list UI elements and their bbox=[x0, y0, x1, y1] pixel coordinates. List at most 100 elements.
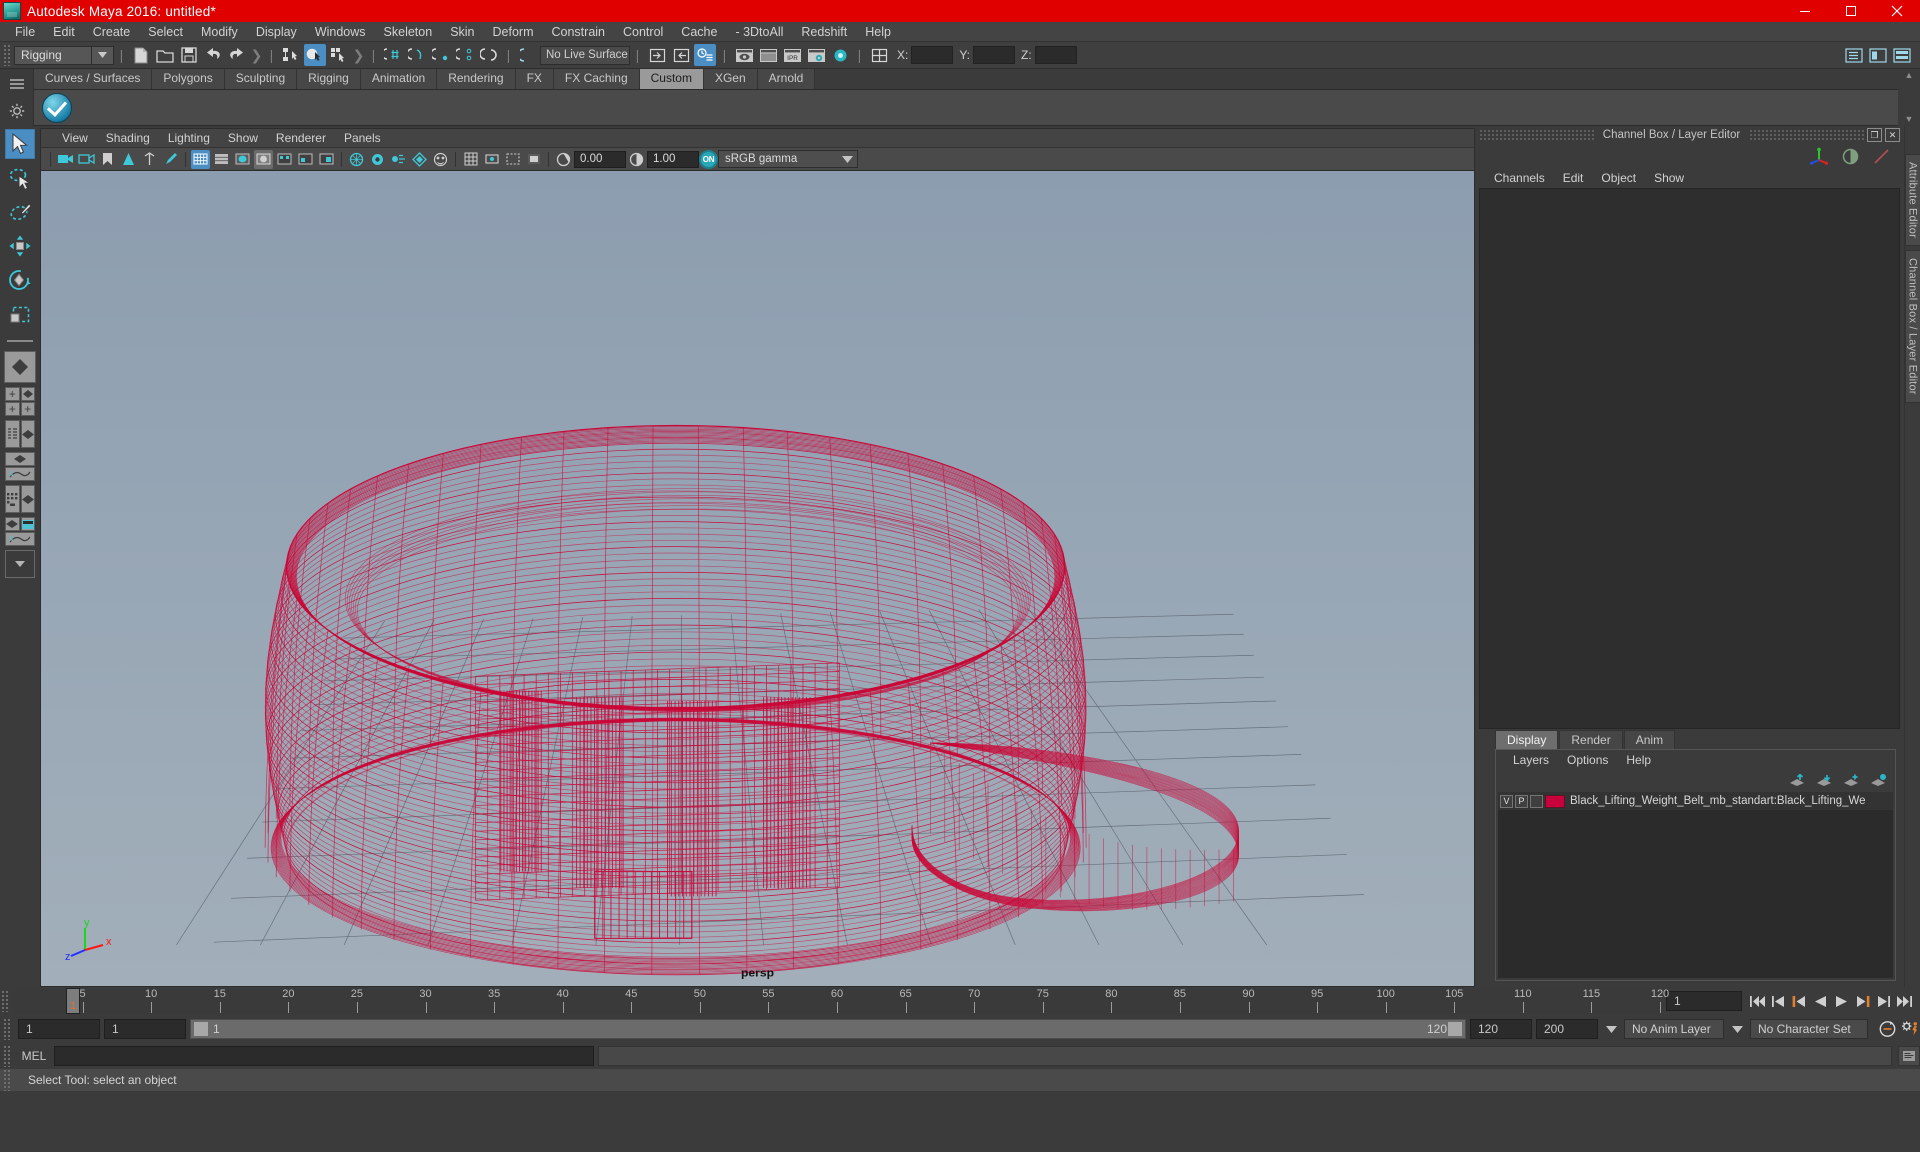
gate-mask-icon[interactable] bbox=[524, 150, 543, 169]
open-attribute-editor-icon[interactable] bbox=[1867, 44, 1889, 66]
anim-layer-selector[interactable]: No Anim Layer bbox=[1624, 1019, 1724, 1039]
viewport-3d[interactable]: persp y x z bbox=[41, 171, 1474, 986]
persp-graph-outliner-layout-preset[interactable] bbox=[5, 517, 35, 546]
exposure-input[interactable]: 0.00 bbox=[574, 150, 626, 168]
layout-cell-bottom-right[interactable]: + bbox=[20, 402, 35, 416]
resolution-gate-icon[interactable] bbox=[503, 150, 522, 169]
new-layer-from-selection-icon[interactable] bbox=[1843, 774, 1860, 787]
save-scene-icon[interactable] bbox=[178, 44, 200, 66]
hypershade-persp-layout-preset[interactable] bbox=[5, 485, 35, 513]
command-line-grip[interactable] bbox=[2, 1045, 11, 1067]
layout-dropdown[interactable] bbox=[5, 550, 35, 578]
layer-menu-layers[interactable]: Layers bbox=[1504, 750, 1558, 770]
playback-end-time-field[interactable]: 120 bbox=[1470, 1019, 1532, 1039]
current-frame-field[interactable]: 1 bbox=[1666, 991, 1742, 1011]
time-cursor[interactable]: 1 bbox=[66, 988, 80, 1014]
shelf-tab-animation[interactable]: Animation bbox=[360, 69, 438, 89]
hypershade-icon[interactable] bbox=[829, 44, 851, 66]
chevron-down-icon[interactable] bbox=[837, 155, 857, 163]
layout-hypershade-cell[interactable] bbox=[5, 485, 20, 513]
shelf-tab-sculpting[interactable]: Sculpting bbox=[224, 69, 298, 89]
step-forward-keyframe-icon[interactable] bbox=[1874, 991, 1893, 1011]
select-by-component-type-icon[interactable] bbox=[328, 44, 350, 66]
channel-menu-edit[interactable]: Edit bbox=[1554, 168, 1593, 188]
animation-end-time-field[interactable]: 200 bbox=[1536, 1019, 1598, 1039]
redo-icon[interactable] bbox=[226, 44, 248, 66]
range-slider-grip[interactable] bbox=[2, 1018, 11, 1040]
new-empty-layer-icon[interactable] bbox=[1870, 773, 1887, 787]
menu-set-selector[interactable]: Rigging bbox=[14, 45, 92, 65]
animation-start-time-field[interactable]: 1 bbox=[18, 1019, 100, 1039]
range-handle-right[interactable] bbox=[1447, 1021, 1463, 1037]
wireframe-shading-icon[interactable] bbox=[191, 149, 210, 169]
texture-display-icon[interactable] bbox=[296, 150, 315, 169]
shelf-scroll-up-icon[interactable]: ▲ bbox=[1905, 71, 1914, 80]
time-slider-track[interactable]: 5 10 15 20 25 30 35 40 45 50 55 60 65 70 75 80 85 90 95 100… bbox=[14, 988, 1669, 1014]
scale-tool[interactable] bbox=[5, 299, 35, 329]
layout-cell-bottom-left[interactable]: + bbox=[5, 402, 20, 416]
layer-reference-toggle[interactable] bbox=[1530, 794, 1543, 808]
layer-name[interactable]: Black_Lifting_Weight_Belt_mb_standart:Bl… bbox=[1570, 795, 1866, 807]
layer-row[interactable]: V P Black_Lifting_Weight_Belt_mb_standar… bbox=[1498, 792, 1893, 810]
open-tool-settings-icon[interactable] bbox=[1891, 44, 1913, 66]
layout-persp-cell[interactable] bbox=[20, 420, 35, 448]
show-hide-sidebar-right-icon[interactable] bbox=[670, 44, 692, 66]
menu-skeleton[interactable]: Skeleton bbox=[375, 22, 442, 42]
viewport-menu-lighting[interactable]: Lighting bbox=[159, 129, 219, 148]
viewport-menu-shading[interactable]: Shading bbox=[97, 129, 159, 148]
command-output[interactable] bbox=[598, 1046, 1892, 1066]
layer-tab-anim[interactable]: Anim bbox=[1623, 730, 1676, 749]
image-plane-icon[interactable] bbox=[119, 150, 138, 169]
menu-select[interactable]: Select bbox=[139, 22, 192, 42]
manipulator-axis-icon[interactable] bbox=[1810, 147, 1828, 165]
snap-to-point-icon[interactable] bbox=[430, 44, 452, 66]
render-settings-icon[interactable] bbox=[805, 44, 827, 66]
viewport-menu-view[interactable]: View bbox=[53, 129, 97, 148]
panel-drag-handle-left[interactable] bbox=[1479, 130, 1594, 140]
vertical-tab-attribute-editor[interactable]: Attribute Editor bbox=[1904, 154, 1920, 246]
layout-graph-editor-cell[interactable] bbox=[5, 467, 35, 481]
shelf-tab-rigging[interactable]: Rigging bbox=[297, 69, 361, 89]
menu-set-dropdown-arrow[interactable] bbox=[92, 45, 114, 65]
grid-display-icon[interactable] bbox=[461, 150, 480, 169]
step-back-keyframe-icon[interactable] bbox=[1769, 991, 1788, 1011]
layer-playback-toggle[interactable]: P bbox=[1515, 794, 1528, 808]
animation-preferences-icon[interactable] bbox=[1901, 1019, 1920, 1039]
panel-drag-handle-right[interactable] bbox=[1749, 130, 1865, 140]
layout-persp-top-cell[interactable] bbox=[5, 452, 35, 466]
anim-layer-dropdown-arrow[interactable] bbox=[1602, 1025, 1620, 1033]
move-layer-up-icon[interactable] bbox=[1789, 773, 1806, 787]
xray-active-components-icon[interactable] bbox=[389, 150, 408, 169]
go-to-end-icon[interactable] bbox=[1895, 991, 1914, 1011]
exposure-icon[interactable] bbox=[554, 150, 573, 169]
layout-po-graph-cell[interactable] bbox=[5, 532, 35, 546]
menu-constrain[interactable]: Constrain bbox=[543, 22, 615, 42]
layout-outliner-cell[interactable] bbox=[5, 420, 20, 448]
layer-tab-render[interactable]: Render bbox=[1559, 730, 1623, 749]
snap-to-view-plane-icon[interactable] bbox=[478, 44, 500, 66]
shaded-with-wireframe-icon[interactable] bbox=[233, 150, 252, 169]
script-editor-icon[interactable] bbox=[1898, 1046, 1920, 1066]
panel-close-button[interactable]: ✕ bbox=[1885, 128, 1901, 142]
vertical-tab-channel-box[interactable]: Channel Box / Layer Editor bbox=[1904, 249, 1920, 403]
layout-po-panel-cell[interactable] bbox=[20, 517, 35, 531]
layer-tab-display[interactable]: Display bbox=[1495, 730, 1559, 749]
shelf-tab-rendering[interactable]: Rendering bbox=[437, 69, 516, 89]
select-camera-icon[interactable] bbox=[56, 150, 75, 169]
outliner-persp-layout-preset[interactable] bbox=[5, 420, 35, 448]
time-slider-grip[interactable] bbox=[0, 990, 9, 1012]
open-outliner-icon[interactable] bbox=[1843, 44, 1865, 66]
command-input[interactable] bbox=[54, 1046, 594, 1066]
character-set-selector[interactable]: No Character Set bbox=[1750, 1019, 1868, 1039]
rotate-tool[interactable] bbox=[5, 265, 35, 295]
shelf-tab-fx-caching[interactable]: FX Caching bbox=[553, 69, 640, 89]
channel-box-slider-icon[interactable] bbox=[1873, 148, 1890, 165]
ipr-render-icon[interactable]: IPR bbox=[781, 44, 803, 66]
channel-box-list[interactable] bbox=[1479, 188, 1900, 729]
y-input[interactable] bbox=[973, 46, 1016, 64]
viewport-menu-renderer[interactable]: Renderer bbox=[267, 129, 335, 148]
shelf-tab-curves-surfaces[interactable]: Curves / Surfaces bbox=[34, 69, 153, 89]
move-tool[interactable] bbox=[5, 231, 35, 261]
channel-box-speed-icon[interactable] bbox=[1842, 148, 1859, 165]
shelf-tab-custom[interactable]: Custom bbox=[639, 69, 704, 89]
